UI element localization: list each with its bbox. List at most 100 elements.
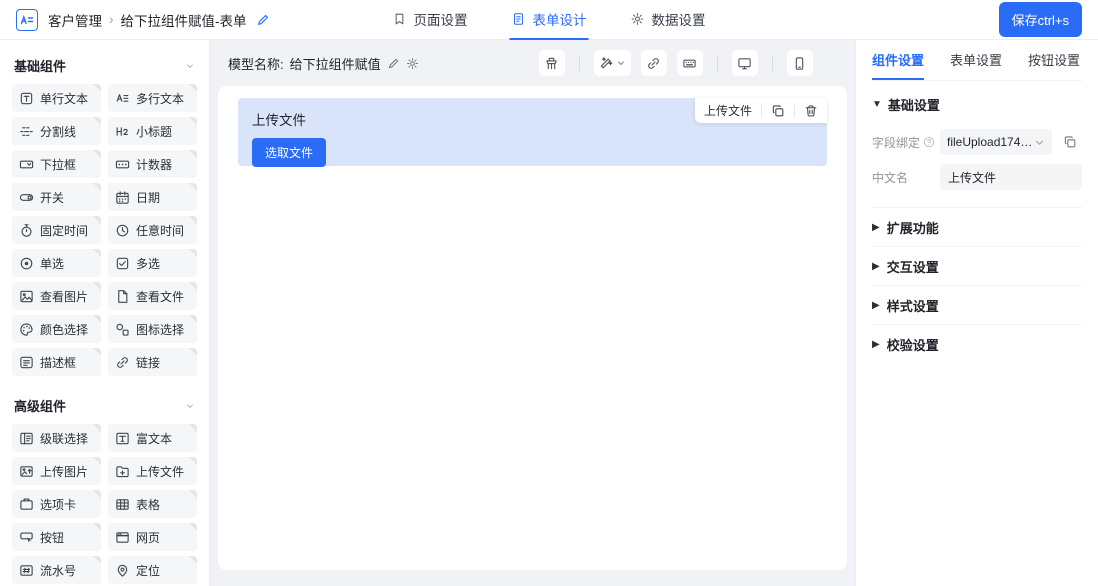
copy-field-binding-icon[interactable] <box>1058 130 1082 154</box>
component-item-view-file[interactable]: 查看文件 <box>108 282 197 310</box>
component-item-description[interactable]: 描述框 <box>12 348 101 376</box>
tab-card-icon <box>19 497 34 512</box>
upload-file-icon <box>115 464 130 479</box>
overlay-component-name: 上传文件 <box>704 102 752 119</box>
basic-settings-header[interactable]: ▼ 基础设置 <box>872 81 1082 120</box>
gear-icon <box>631 12 645 26</box>
field-binding-label: 字段绑定 <box>872 134 940 151</box>
mobile-preview-button[interactable] <box>787 50 813 76</box>
component-item-link[interactable]: 链接 <box>108 348 197 376</box>
component-item-webpage[interactable]: 网页 <box>108 523 197 551</box>
model-name-label: 模型名称: <box>228 54 284 73</box>
component-item-date[interactable]: 日期 <box>108 183 197 211</box>
component-item-fixed-time[interactable]: 固定时间 <box>12 216 101 244</box>
view-image-icon <box>19 289 34 304</box>
field-binding-value: fileUpload17440770 <box>947 135 1034 149</box>
component-item-select[interactable]: 下拉框 <box>12 150 101 178</box>
field-binding-select[interactable]: fileUpload17440770 <box>940 129 1052 155</box>
tab-form-settings[interactable]: 表单设置 <box>950 40 1002 80</box>
component-item-any-time[interactable]: 任意时间 <box>108 216 197 244</box>
component-item-subtitle[interactable]: 小标题 <box>108 117 197 145</box>
section-header[interactable]: 高级组件 <box>12 390 197 424</box>
link-icon <box>115 355 130 370</box>
component-item-serial-number[interactable]: 流水号 <box>12 556 101 584</box>
collapsed-settings-sections: ▶ 扩展功能 ▶ 交互设置 ▶ 样式设置 ▶ 校验设置 <box>872 208 1082 364</box>
cascade-select-icon <box>19 431 34 446</box>
clear-canvas-button[interactable] <box>539 50 565 76</box>
component-item-table[interactable]: 表格 <box>108 490 197 518</box>
app-logo-icon[interactable] <box>16 9 38 31</box>
component-item-tab-card[interactable]: 选项卡 <box>12 490 101 518</box>
any-time-icon <box>115 223 130 238</box>
view-file-icon <box>115 289 130 304</box>
form-canvas: 模型名称: 给下拉组件赋值 <box>210 40 855 586</box>
component-item-location[interactable]: 定位 <box>108 556 197 584</box>
breadcrumb-root[interactable]: 客户管理 <box>48 10 102 30</box>
fixed-time-icon <box>19 223 34 238</box>
component-library-sidebar: 基础组件 单行文本 多行文本 分割线 小标题 下拉框 计数器 开关 <box>0 40 210 586</box>
caret-right-icon: ▶ <box>872 300 880 311</box>
component-item-button[interactable]: 按钮 <box>12 523 101 551</box>
shortcut-keys-icon <box>682 56 697 71</box>
tab-data-settings[interactable]: 数据设置 <box>629 0 708 40</box>
component-item-single-line-text[interactable]: 单行文本 <box>12 84 101 112</box>
component-item-color-picker[interactable]: 颜色选择 <box>12 315 101 343</box>
mode-tabs: 页面设置 表单设计 数据设置 <box>391 0 708 40</box>
magic-wand-button[interactable] <box>594 50 631 76</box>
form-design-area[interactable]: 上传文件 选取文件 上传文件 <box>218 86 847 570</box>
component-item-counter[interactable]: 计数器 <box>108 150 197 178</box>
section-style-settings[interactable]: ▶ 样式设置 <box>872 286 1082 325</box>
section-header[interactable]: 基础组件 <box>12 50 197 84</box>
save-button[interactable]: 保存ctrl+s <box>999 2 1082 37</box>
component-item-cascade-select[interactable]: 级联选择 <box>12 424 101 452</box>
single-line-text-icon <box>19 91 34 106</box>
component-item-view-image[interactable]: 查看图片 <box>12 282 101 310</box>
desktop-preview-button[interactable] <box>732 50 758 76</box>
link-icon <box>646 56 661 71</box>
help-icon[interactable] <box>923 136 935 148</box>
shortcut-keys-button[interactable] <box>677 50 703 76</box>
component-item-checkbox[interactable]: 多选 <box>108 249 197 277</box>
component-item-divider[interactable]: 分割线 <box>12 117 101 145</box>
model-settings-gear-icon[interactable] <box>406 57 419 70</box>
top-bar: 客户管理 › 给下拉组件赋值-表单 页面设置 表单设计 数据设置 保存ctrl+… <box>0 0 1098 40</box>
serial-number-icon <box>19 563 34 578</box>
caret-right-icon: ▶ <box>872 339 880 350</box>
chevron-down-icon <box>616 58 626 68</box>
date-icon <box>115 190 130 205</box>
magic-wand-icon <box>599 56 614 71</box>
tab-form-design[interactable]: 表单设计 <box>510 0 589 40</box>
bookmark-icon <box>393 12 407 26</box>
component-item-icon-picker[interactable]: 图标选择 <box>108 315 197 343</box>
table-icon <box>115 497 130 512</box>
edit-title-icon[interactable] <box>256 13 270 27</box>
edit-model-name-icon[interactable] <box>387 57 400 70</box>
component-item-multi-line-text[interactable]: 多行文本 <box>108 84 197 112</box>
component-item-rich-text[interactable]: 富文本 <box>108 424 197 452</box>
component-item-upload-file[interactable]: 上传文件 <box>108 457 197 485</box>
tab-component-settings[interactable]: 组件设置 <box>872 40 924 80</box>
caret-right-icon: ▶ <box>872 261 880 272</box>
breadcrumb: 客户管理 › 给下拉组件赋值-表单 <box>48 10 270 30</box>
component-item-switch[interactable]: 开关 <box>12 183 101 211</box>
delete-component-icon[interactable] <box>804 104 818 118</box>
section-validation-settings[interactable]: ▶ 校验设置 <box>872 325 1082 364</box>
basic-settings-section: ▼ 基础设置 字段绑定 fileUpload17440770 <box>872 81 1082 208</box>
copy-component-icon[interactable] <box>771 104 785 118</box>
chinese-name-input[interactable] <box>940 164 1082 190</box>
choose-file-button[interactable]: 选取文件 <box>252 138 326 167</box>
section-interaction-settings[interactable]: ▶ 交互设置 <box>872 247 1082 286</box>
tab-page-settings[interactable]: 页面设置 <box>391 0 470 40</box>
breadcrumb-current: 给下拉组件赋值-表单 <box>121 10 247 30</box>
radio-icon <box>19 256 34 271</box>
selected-component-file-upload[interactable]: 上传文件 选取文件 上传文件 <box>238 98 827 166</box>
model-name-row: 模型名称: 给下拉组件赋值 <box>228 54 419 73</box>
link-button[interactable] <box>641 50 667 76</box>
component-item-radio[interactable]: 单选 <box>12 249 101 277</box>
component-item-upload-image[interactable]: 上传图片 <box>12 457 101 485</box>
section-extended-features[interactable]: ▶ 扩展功能 <box>872 208 1082 247</box>
tab-button-settings[interactable]: 按钮设置 <box>1028 40 1080 80</box>
caret-down-icon: ▼ <box>872 99 882 110</box>
chevron-down-icon <box>1034 137 1045 148</box>
desktop-preview-icon <box>737 56 752 71</box>
